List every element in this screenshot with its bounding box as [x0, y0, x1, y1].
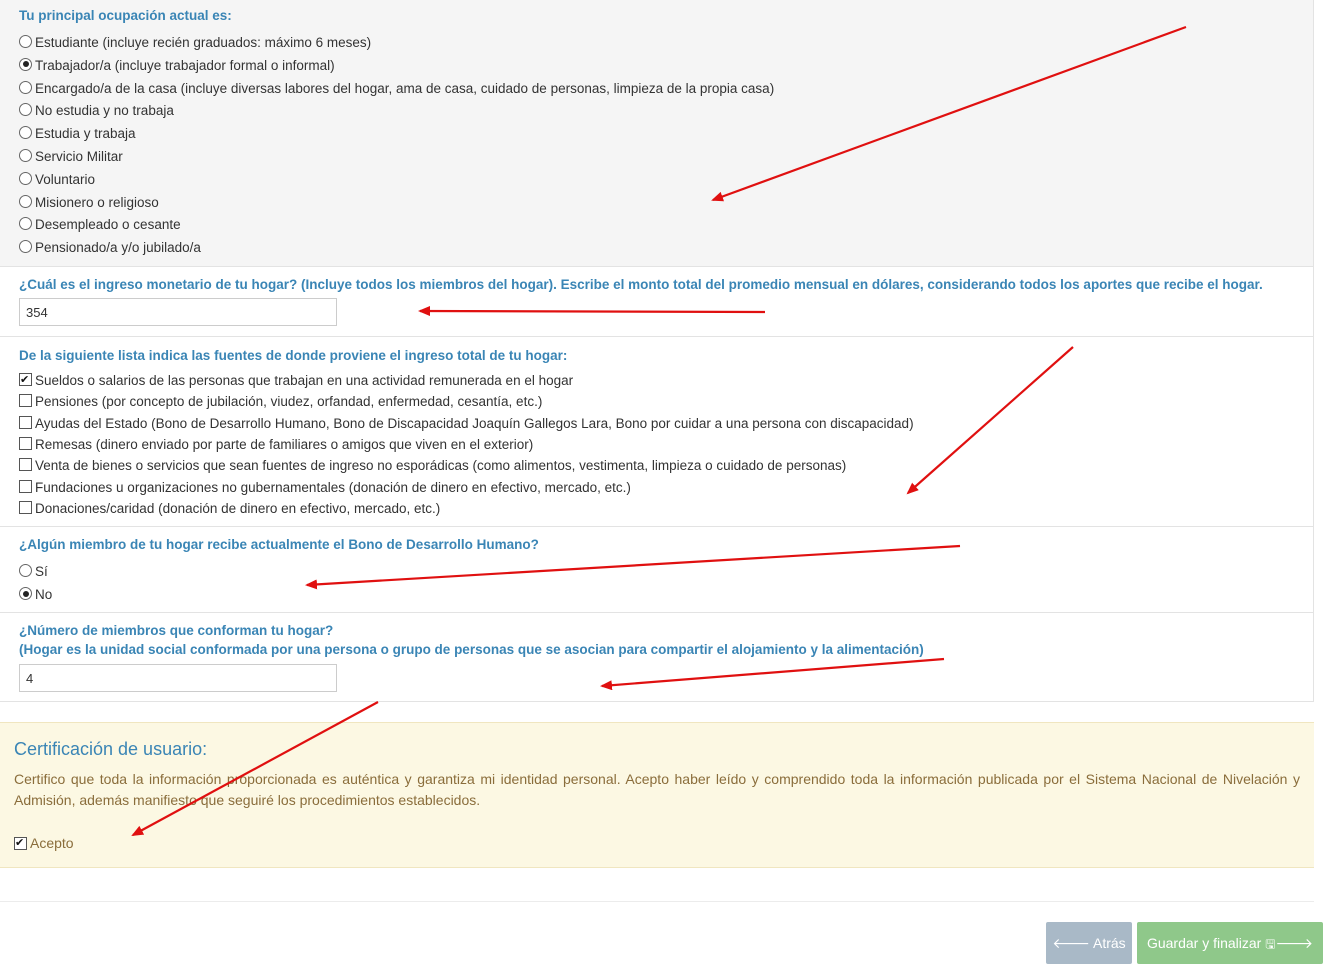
income-question: ¿Cuál es el ingreso monetario de tu hoga… [19, 277, 1263, 292]
income-section: ¿Cuál es el ingreso monetario de tu hoga… [0, 267, 1314, 337]
radio-button[interactable] [19, 80, 32, 94]
occupation-option[interactable]: Servicio Militar [19, 149, 123, 165]
occupation-option-label: Desempleado o cesante [35, 217, 181, 233]
certification-panel: Certificación de usuario: Certifico que … [0, 722, 1314, 868]
income-source-option-label: Fundaciones u organizaciones no gubernam… [35, 479, 631, 495]
back-button-label: Atrás [1092, 935, 1126, 951]
occupation-option-label: Trabajador/a (incluye trabajador formal … [35, 57, 335, 73]
radio-button[interactable] [19, 217, 32, 231]
income-source-option[interactable]: Remesas (dinero enviado por parte de fam… [19, 436, 534, 453]
checkbox[interactable] [19, 479, 32, 493]
income-sources-question: De la siguiente lista indica las fuentes… [19, 348, 568, 363]
checkbox[interactable] [19, 415, 32, 429]
accept-label: Acepto [30, 835, 74, 851]
radio-button[interactable] [19, 564, 32, 577]
radio-button[interactable] [19, 126, 32, 140]
radio-button[interactable] [19, 587, 32, 600]
income-source-option-label: Donaciones/caridad (donación de dinero e… [35, 500, 441, 516]
bono-option-label: Sí [35, 564, 48, 579]
save-button-label: Guardar y finalizar [1146, 935, 1262, 951]
occupation-option-label: Misionero o religioso [35, 194, 159, 210]
certification-title: Certificación de usuario: [14, 739, 208, 759]
income-source-option-label: Ayudas del Estado (Bono de Desarrollo Hu… [35, 415, 914, 431]
occupation-option-label: Estudia y trabaja [35, 126, 136, 142]
arrow-right-icon: 🡒 [1275, 936, 1314, 952]
accept-checkbox-row[interactable]: Acepto [14, 835, 74, 851]
income-source-option[interactable]: Donaciones/caridad (donación de dinero e… [19, 500, 441, 517]
save-finish-button[interactable]: Guardar y finalizar 🖫🡒 [1137, 922, 1323, 964]
occupation-option[interactable]: Misionero o religioso [19, 194, 159, 211]
radio-button[interactable] [19, 35, 32, 48]
footer-divider [0, 901, 1314, 902]
income-source-option-label: Sueldos o salarios de las personas que t… [35, 373, 574, 388]
radio-button[interactable] [19, 149, 32, 162]
income-source-option[interactable]: Ayudas del Estado (Bono de Desarrollo Hu… [19, 415, 914, 432]
bono-option-label: No [35, 587, 53, 602]
income-source-option[interactable]: Sueldos o salarios de las personas que t… [19, 372, 574, 389]
income-input[interactable] [19, 298, 337, 326]
radio-button[interactable] [19, 240, 32, 254]
bono-question: ¿Algún miembro de tu hogar recibe actual… [19, 537, 539, 552]
radio-button[interactable] [19, 57, 32, 71]
bono-option[interactable]: Sí [19, 564, 48, 580]
income-source-option[interactable]: Fundaciones u organizaciones no gubernam… [19, 479, 631, 496]
income-source-option-label: Pensiones (por concepto de jubilación, v… [35, 394, 543, 410]
occupation-option-label: Pensionado/a y/o jubilado/a [35, 240, 201, 256]
occupation-question: Tu principal ocupación actual es: [19, 8, 232, 23]
accept-checkbox[interactable] [14, 836, 27, 850]
certification-text: Certifico que toda la información propor… [14, 771, 1300, 808]
members-input[interactable] [19, 664, 337, 692]
occupation-option[interactable]: Estudiante (incluye recién graduados: má… [19, 35, 371, 51]
income-source-option[interactable]: Pensiones (por concepto de jubilación, v… [19, 394, 542, 410]
radio-button[interactable] [19, 103, 32, 117]
occupation-option[interactable]: Encargado/a de la casa (incluye diversas… [19, 80, 775, 97]
occupation-option-label: Voluntario [35, 171, 96, 187]
members-section: ¿Número de miembros que conforman tu hog… [0, 613, 1314, 702]
members-question: ¿Número de miembros que conforman tu hog… [19, 623, 334, 638]
bono-section: ¿Algún miembro de tu hogar recibe actual… [0, 527, 1314, 613]
checkbox[interactable] [19, 500, 32, 514]
occupation-option-label: Estudiante (incluye recién graduados: má… [35, 35, 372, 50]
back-button[interactable]: 🡐 Atrás [1046, 922, 1132, 964]
occupation-option[interactable]: Desempleado o cesante [19, 217, 181, 233]
arrow-left-icon: 🡐 [1052, 936, 1090, 952]
occupation-option[interactable]: Estudia y trabaja [19, 126, 136, 142]
radio-button[interactable] [19, 194, 32, 208]
occupation-option-label: Encargado/a de la casa (incluye diversas… [35, 80, 775, 96]
floppy-disk-icon: 🖫 [1265, 937, 1276, 951]
bono-option[interactable]: No [19, 587, 52, 603]
occupation-option[interactable]: No estudia y no trabaja [19, 103, 174, 119]
income-source-option[interactable]: Venta de bienes o servicios que sean fue… [19, 458, 846, 474]
occupation-section: Tu principal ocupación actual es: Estudi… [0, 0, 1314, 267]
occupation-option-label: Servicio Militar [35, 149, 123, 164]
income-source-option-label: Remesas (dinero enviado por parte de fam… [35, 436, 534, 452]
radio-button[interactable] [19, 171, 32, 185]
occupation-option[interactable]: Pensionado/a y/o jubilado/a [19, 240, 201, 256]
members-question-note: (Hogar es la unidad social conformada po… [19, 642, 924, 657]
occupation-option[interactable]: Trabajador/a (incluye trabajador formal … [19, 57, 335, 74]
income-sources-section: De la siguiente lista indica las fuentes… [0, 337, 1314, 527]
occupation-option-label: No estudia y no trabaja [35, 103, 174, 119]
checkbox[interactable] [19, 458, 32, 472]
checkbox[interactable] [19, 372, 32, 388]
checkbox[interactable] [19, 394, 32, 408]
checkbox[interactable] [19, 436, 32, 450]
occupation-option[interactable]: Voluntario [19, 171, 96, 188]
income-source-option-label: Venta de bienes o servicios que sean fue… [35, 458, 847, 474]
